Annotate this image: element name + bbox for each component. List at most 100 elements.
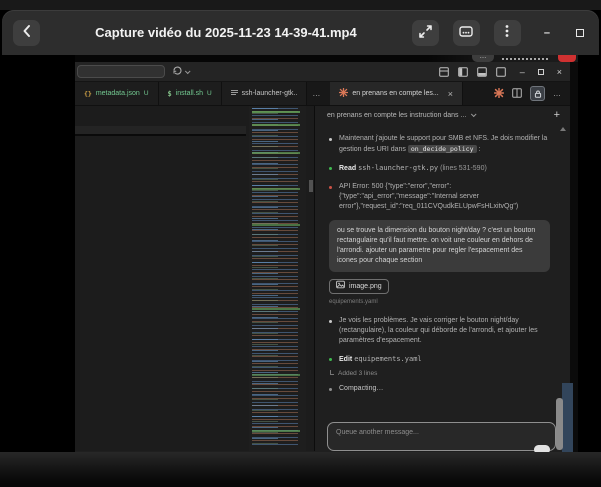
tool-file: equipements.yaml [354, 355, 421, 363]
vscode-tabbar: {} metadata.json U $ install.sh U ssh-la… [75, 82, 570, 106]
toggle-panel-icon[interactable] [477, 67, 487, 77]
menu-button[interactable] [494, 20, 521, 46]
api-error-message: API Error: 500 {"type":"error","error": … [329, 182, 550, 212]
tool-name: Read [339, 165, 356, 172]
send-button[interactable] [534, 445, 550, 452]
status-message: Compacting… [329, 384, 550, 394]
chevron-down-icon [185, 68, 191, 74]
git-status-badge: U [144, 90, 149, 97]
tab-label: metadata.json [96, 90, 140, 97]
header-actions [412, 20, 521, 46]
editor-group-actions: … [494, 82, 570, 105]
desktop-top-strip [0, 0, 601, 10]
vscode-maximize-button[interactable] [538, 69, 544, 75]
recorded-clock-text [502, 58, 548, 60]
error-text: API Error: 500 {"type":"error","error": … [339, 182, 550, 212]
bullet-icon [329, 388, 332, 391]
vscode-window-controls: – × [520, 68, 562, 76]
assistant-message: Maintenant j'ajoute le support pour SMB … [329, 134, 550, 155]
attachment-chip[interactable]: image.png [329, 279, 389, 294]
maximize-button[interactable] [576, 29, 584, 37]
code-editor-pane[interactable] [75, 106, 315, 451]
tab-label: ssh-launcher-gtk.. [242, 90, 298, 97]
split-editor-icon[interactable] [512, 85, 522, 103]
git-status-badge: U [207, 90, 212, 97]
lock-icon [534, 85, 542, 103]
json-file-icon: {} [84, 90, 92, 98]
player-stage[interactable]: … [0, 55, 601, 452]
vscode-body: en prenans en compte les instruction dan… [75, 106, 570, 451]
session-dropdown[interactable]: en prenans en compte les instruction dan… [327, 112, 466, 119]
success-bullet-icon [329, 358, 332, 361]
window-controls: – [544, 28, 584, 38]
claude-icon [494, 85, 504, 103]
lock-editor-group-toggle[interactable] [530, 86, 545, 101]
minimap[interactable] [249, 106, 306, 451]
python-file-icon [231, 89, 238, 98]
fullscreen-button[interactable] [412, 20, 439, 46]
edit-result-line: Added 3 lines [330, 369, 550, 379]
toggle-secondary-sidebar-icon[interactable] [496, 67, 506, 77]
fullscreen-icon [418, 24, 433, 42]
assistant-message: Je vois les problèmes. Je vais corriger … [329, 316, 550, 346]
player-bottom-shade [0, 452, 601, 487]
tab-ssh-launcher-gtk[interactable]: ssh-launcher-gtk.. [222, 82, 308, 105]
kebab-menu-icon [500, 23, 514, 42]
claude-chat-panel: en prenans en compte les instruction dan… [315, 106, 570, 451]
tab-claude-chat[interactable]: en prenans en compte les... × [330, 82, 463, 105]
tool-file: ssh-launcher-gtk.py [358, 164, 438, 172]
player-headerbar: Capture vidéo du 2025-11-23 14-39-41.mp4 [2, 10, 599, 55]
vscode-window: – × {} metadata.json U $ install.sh U [75, 62, 570, 452]
tool-call-read[interactable]: Read ssh-launcher-gtk.py (lines 531-590) [329, 163, 550, 174]
tree-connector-icon [330, 370, 334, 375]
tab-install-sh[interactable]: $ install.sh U [159, 82, 222, 105]
user-message-text: ou se trouve la dimension du bouton nigh… [337, 226, 542, 266]
more-actions-icon[interactable]: … [553, 91, 561, 97]
tool-call-edit[interactable]: Edit equipements.yaml [329, 354, 550, 365]
tab-metadata-json[interactable]: {} metadata.json U [75, 82, 159, 105]
window-title: Capture vidéo du 2025-11-23 14-39-41.mp4 [40, 25, 412, 40]
chat-scrollbar-thumb[interactable] [556, 398, 563, 450]
user-message-bubble: ou se trouve la dimension du bouton nigh… [329, 220, 550, 272]
tab-label: en prenans en compte les... [352, 90, 438, 97]
new-session-button[interactable]: + [554, 110, 560, 120]
customize-layout-icon[interactable] [439, 67, 449, 77]
subtitles-button[interactable] [453, 20, 480, 46]
chat-scrollbar-up-arrow[interactable] [560, 127, 566, 131]
bullet-icon [329, 320, 332, 323]
image-icon [336, 280, 345, 293]
record-indicator [558, 55, 576, 62]
video-frame[interactable]: … [75, 55, 578, 452]
chat-messages: Maintenant j'ajoute le support pour SMB … [315, 124, 570, 451]
back-icon [19, 23, 35, 42]
minimap-code-texture-overlay [252, 108, 278, 447]
success-bullet-icon [329, 167, 332, 170]
editor-scrollbar-thumb[interactable] [309, 180, 313, 192]
tab-label: install.sh [176, 90, 203, 97]
tab-overflow-button[interactable]: … [307, 82, 325, 105]
chevron-down-icon [471, 111, 477, 117]
titlebar-layout-icons [439, 67, 506, 77]
attachment-name: image.png [349, 282, 382, 292]
editor-divider-band [75, 126, 246, 134]
vscode-close-button[interactable]: × [557, 68, 562, 76]
vscode-minimize-button[interactable]: – [520, 68, 525, 76]
bullet-icon [329, 138, 332, 141]
minimize-button[interactable]: – [544, 28, 550, 38]
chat-session-header: en prenans en compte les instruction dan… [315, 106, 570, 124]
message-text: : [477, 146, 481, 153]
subtitles-icon [458, 23, 474, 42]
background-window-strip [562, 383, 573, 452]
recorded-topbar-pill: … [472, 55, 494, 62]
vscode-titlebar: – × [75, 62, 570, 82]
close-tab-icon[interactable]: × [448, 89, 453, 99]
sync-branch-control[interactable] [172, 63, 189, 81]
edit-result-text: Added 3 lines [338, 369, 377, 379]
status-text: Compacting… [339, 384, 383, 394]
back-button[interactable] [13, 20, 40, 46]
inline-code: on_decide_policy [408, 145, 477, 153]
shell-file-icon: $ [168, 90, 172, 98]
chat-input[interactable]: Queue another message... [327, 422, 556, 451]
command-center-searchbox[interactable] [77, 65, 165, 78]
toggle-sidebar-icon[interactable] [458, 67, 468, 77]
